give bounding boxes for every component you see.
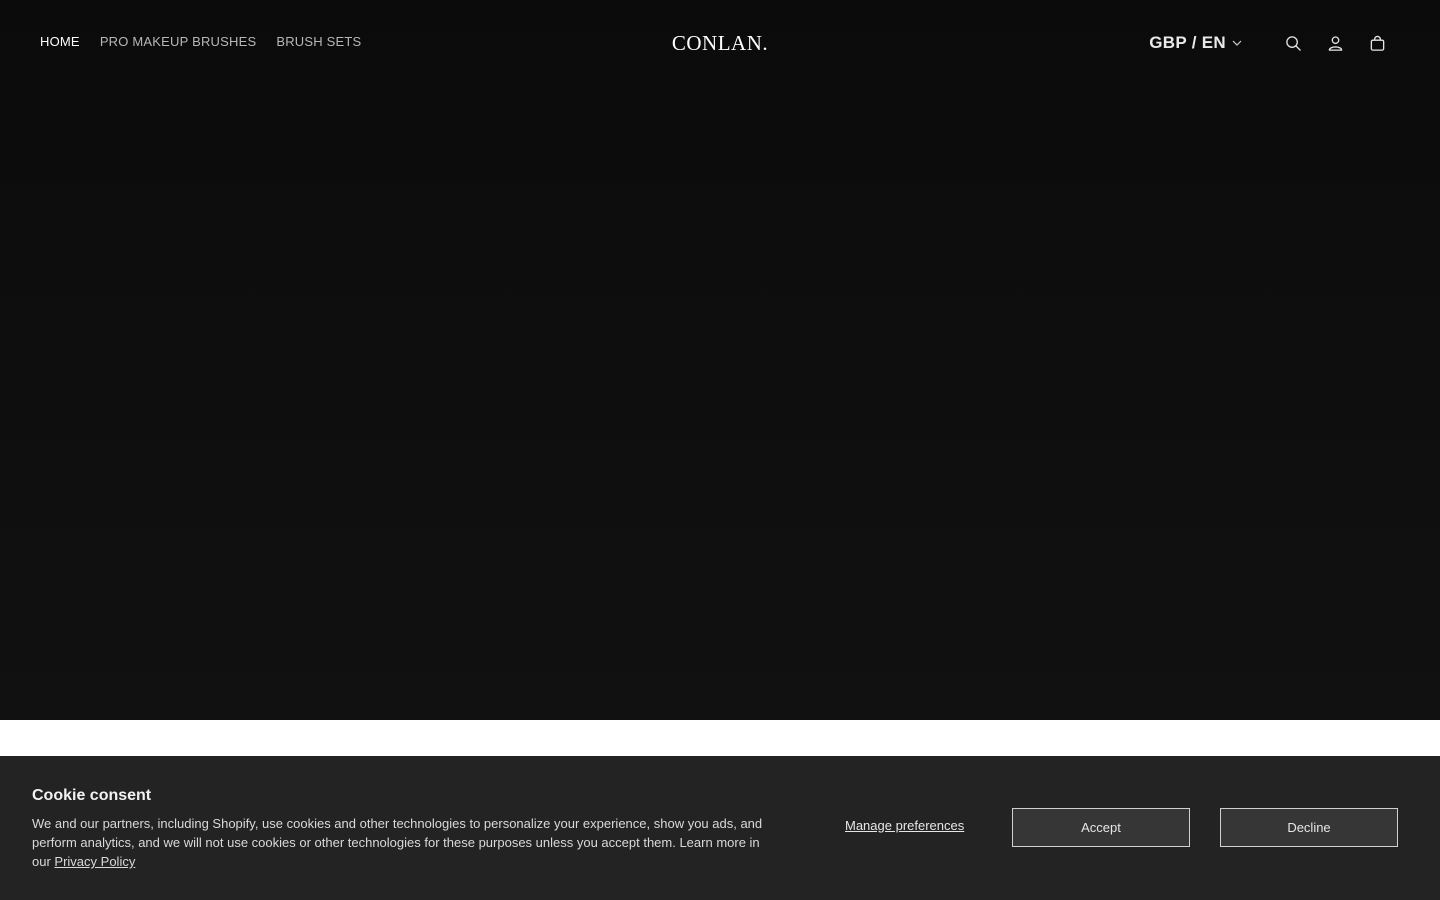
nav-item-home[interactable]: HOME [40, 33, 80, 51]
accept-button[interactable]: Accept [1012, 808, 1190, 847]
main-nav: HOME PRO MAKEUP BRUSHES BRUSH SETS [40, 33, 361, 51]
currency-label: GBP / EN [1149, 33, 1226, 52]
cart-button[interactable] [1366, 32, 1388, 54]
decline-button[interactable]: Decline [1220, 808, 1398, 847]
account-icon [1328, 35, 1342, 51]
account-button[interactable] [1324, 32, 1346, 54]
cookie-title: Cookie consent [32, 787, 152, 804]
currency-language-selector[interactable]: GBP / EN [1149, 33, 1242, 53]
search-icon [1285, 35, 1301, 51]
site-header: HOME PRO MAKEUP BRUSHES BRUSH SETS CONLA… [0, 0, 1440, 86]
manage-preferences-link[interactable]: Manage preferences [845, 818, 964, 833]
nav-item-pro-makeup-brushes[interactable]: PRO MAKEUP BRUSHES [100, 33, 257, 51]
privacy-policy-link[interactable]: Privacy Policy [54, 854, 135, 869]
cookie-consent-banner: Cookie consent We and our partners, incl… [0, 756, 1440, 900]
cart-icon [1370, 35, 1384, 51]
hero-section [0, 0, 1440, 720]
search-button[interactable] [1282, 32, 1304, 54]
brand-logo[interactable]: CONLAN. [664, 30, 776, 56]
content-area [0, 720, 1440, 756]
chevron-down-icon [1232, 40, 1242, 46]
nav-item-brush-sets[interactable]: BRUSH SETS [276, 33, 361, 51]
cookie-body-text: We and our partners, including Shopify, … [32, 816, 763, 869]
header-tools: GBP / EN [1149, 28, 1388, 58]
cookie-description: We and our partners, including Shopify, … [32, 814, 772, 871]
